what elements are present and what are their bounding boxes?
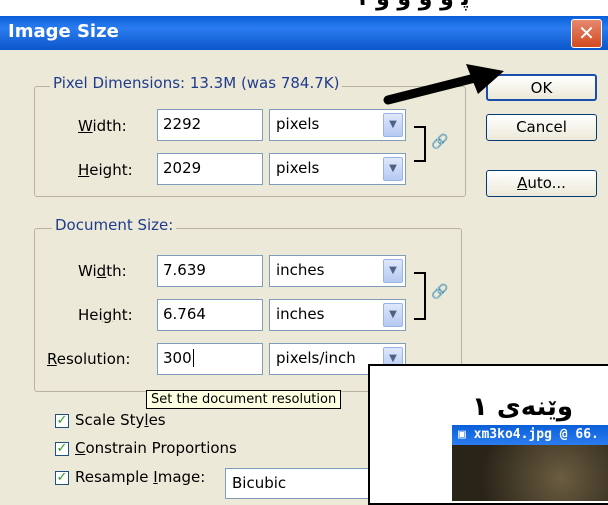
constrain-label-accel: C bbox=[75, 439, 86, 457]
document-size-legend: Document Size: bbox=[52, 216, 177, 234]
doc-width-label: Width: bbox=[78, 262, 127, 280]
doc-height-unit-value: inches bbox=[276, 305, 325, 323]
resolution-label-accel: R bbox=[47, 350, 57, 368]
resample-image-label: Resample Image: bbox=[75, 468, 205, 486]
pixel-dimensions-legend: Pixel Dimensions: 13.3M (was 784.7K) bbox=[50, 74, 343, 92]
chevron-down-icon[interactable]: ▼ bbox=[383, 157, 403, 181]
resample-method-value: Bicubic bbox=[232, 474, 287, 492]
resample-label-b: mage: bbox=[157, 468, 206, 486]
resolution-unit-value: pixels/inch bbox=[276, 349, 356, 367]
pixel-height-label-text: eight: bbox=[89, 161, 133, 179]
auto-button[interactable]: Auto... bbox=[486, 170, 597, 197]
close-button[interactable]: ✕ bbox=[571, 19, 602, 48]
pixel-link-bracket bbox=[414, 126, 426, 162]
pixel-width-unit-value: pixels bbox=[276, 115, 320, 133]
doc-link-bracket bbox=[414, 272, 426, 320]
doc-width-label-accel: d bbox=[96, 262, 107, 280]
image-file-icon: ▣ bbox=[458, 427, 466, 442]
chevron-down-icon[interactable]: ▼ bbox=[383, 303, 403, 327]
doc-width-label-a: Wi bbox=[78, 262, 97, 280]
chain-link-icon: 🔗 bbox=[431, 134, 449, 150]
constrain-proportions-label: Constrain Proportions bbox=[75, 439, 237, 457]
pixel-height-unit-select[interactable]: pixels ▼ bbox=[269, 153, 406, 185]
pixel-width-label-text: idth: bbox=[92, 117, 127, 135]
pixel-height-label-accel: H bbox=[78, 161, 90, 179]
thumbnail-title: xm3ko4.jpg @ 66. bbox=[473, 427, 599, 442]
resample-label-a: Resample bbox=[75, 468, 154, 486]
doc-width-label-b: th: bbox=[106, 262, 127, 280]
thumbnail-title-bar: ▣ xm3ko4.jpg @ 66. bbox=[452, 425, 608, 445]
pixel-width-input[interactable]: 2292 bbox=[157, 109, 263, 141]
cancel-button[interactable]: Cancel bbox=[486, 114, 597, 141]
doc-width-unit-value: inches bbox=[276, 261, 325, 279]
resolution-label-text: esolution: bbox=[56, 350, 131, 368]
doc-height-label: Height: bbox=[78, 306, 133, 324]
resolution-input[interactable]: 300 bbox=[157, 343, 263, 375]
chain-link-icon: 🔗 bbox=[431, 284, 449, 300]
arrow-pointer-icon bbox=[383, 64, 504, 105]
constrain-proportions-checkbox[interactable]: ✓ bbox=[55, 442, 69, 456]
chevron-down-icon[interactable]: ▼ bbox=[383, 259, 403, 283]
pixel-height-label: Height: bbox=[78, 161, 133, 179]
doc-height-label-accel: g bbox=[102, 306, 113, 324]
window-title: Image Size bbox=[8, 21, 119, 42]
thumbnail-window: ▣ xm3ko4.jpg @ 66. bbox=[452, 425, 608, 501]
resample-image-checkbox[interactable]: ✓ bbox=[55, 471, 69, 485]
constrain-label-text: onstrain Proportions bbox=[85, 439, 237, 457]
pixel-width-unit-select[interactable]: pixels ▼ bbox=[269, 109, 406, 141]
auto-button-accel: A bbox=[517, 174, 528, 192]
overlay-text: ﭘ ۆ ۆ ۆ ۆ ١ bbox=[355, 0, 470, 11]
resolution-value: 300 bbox=[163, 349, 192, 367]
scale-styles-label-b: es bbox=[148, 411, 166, 429]
doc-height-label-b: ht: bbox=[112, 306, 133, 324]
pixel-width-label-accel: W bbox=[78, 117, 93, 135]
chevron-down-icon[interactable]: ▼ bbox=[383, 113, 403, 137]
text-cursor bbox=[192, 349, 194, 367]
pixel-height-unit-value: pixels bbox=[276, 159, 320, 177]
pixel-height-input[interactable]: 2029 bbox=[157, 153, 263, 185]
scale-styles-checkbox[interactable]: ✓ bbox=[55, 414, 69, 428]
auto-button-text: uto... bbox=[527, 174, 566, 192]
doc-width-input[interactable]: 7.639 bbox=[157, 255, 263, 287]
scale-styles-label-a: Scale Sty bbox=[75, 411, 145, 429]
title-bar: ﭘ ۆ ۆ ۆ ۆ ١ Image Size ✕ bbox=[0, 0, 608, 50]
annotation-caption: وێنەی ١ bbox=[472, 392, 574, 422]
resolution-label: Resolution: bbox=[47, 350, 130, 368]
doc-height-label-a: Hei bbox=[78, 306, 103, 324]
close-icon: ✕ bbox=[578, 21, 595, 45]
thumbnail-image bbox=[452, 445, 608, 501]
pixel-width-label: Width: bbox=[78, 117, 127, 135]
resolution-tooltip: Set the document resolution bbox=[146, 390, 342, 409]
doc-height-unit-select[interactable]: inches ▼ bbox=[269, 299, 406, 331]
doc-height-input[interactable]: 6.764 bbox=[157, 299, 263, 331]
doc-width-unit-select[interactable]: inches ▼ bbox=[269, 255, 406, 287]
scale-styles-label: Scale Styles bbox=[75, 411, 166, 429]
